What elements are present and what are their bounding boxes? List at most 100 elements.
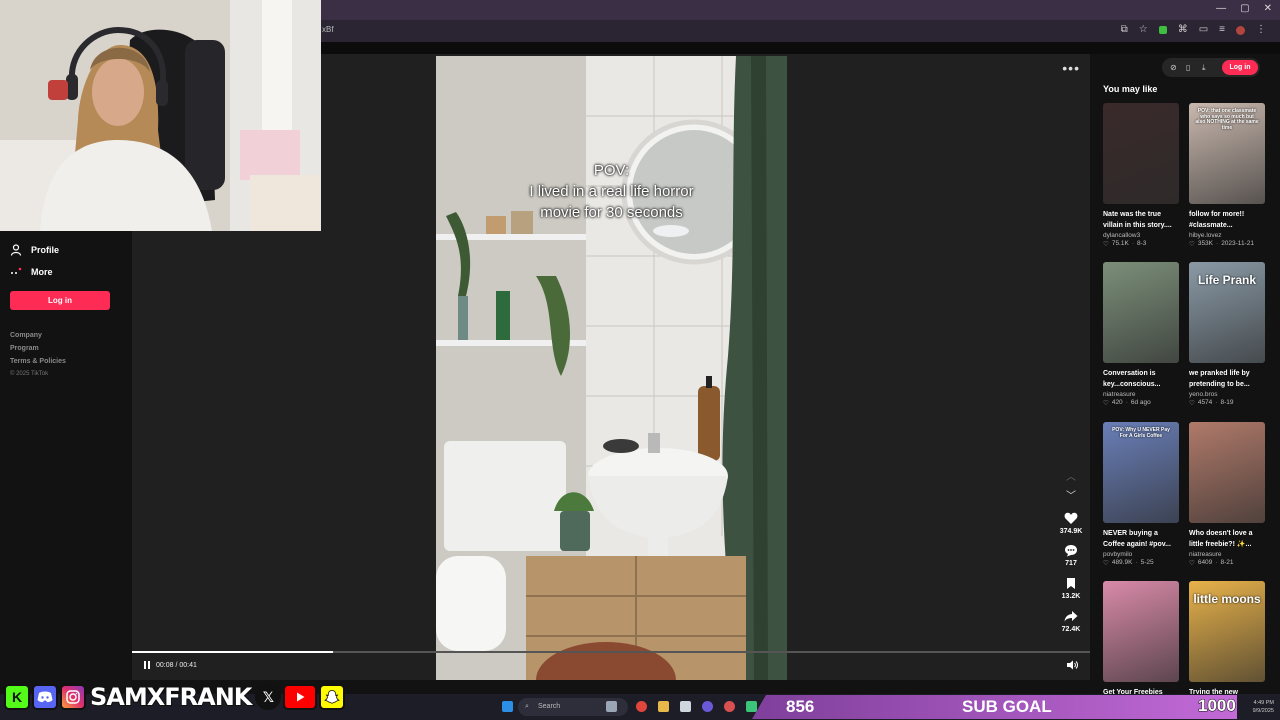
- discord-app-icon[interactable]: [702, 701, 713, 712]
- phone-icon[interactable]: ▯: [1186, 63, 1190, 72]
- browser-app-icon[interactable]: [724, 701, 735, 712]
- recommendation-card[interactable]: Life Prank we pranked life by pretending …: [1189, 262, 1265, 407]
- bookmark-icon[interactable]: [1065, 577, 1077, 590]
- sidebar-item-label: More: [31, 267, 53, 277]
- card-thumbnail[interactable]: [1189, 422, 1265, 523]
- separator-dot: ·: [1131, 240, 1134, 247]
- taskbar-search-label: Search: [538, 703, 561, 710]
- heart-icon[interactable]: [1064, 512, 1078, 525]
- card-thumbnail[interactable]: [1103, 581, 1179, 682]
- windows-start-icon[interactable]: [502, 701, 513, 712]
- sidepanel-icon[interactable]: ▭: [1199, 24, 1208, 35]
- card-thumbnail[interactable]: little moons: [1189, 581, 1265, 682]
- share-count: 72.4K: [1061, 626, 1081, 633]
- app-icon[interactable]: [746, 701, 757, 712]
- kebab-menu-icon[interactable]: ⋮: [1256, 24, 1266, 35]
- comment-icon[interactable]: [1064, 544, 1078, 557]
- recommendation-card[interactable]: POV: Why U NEVER Pay For A Girls Coffee N…: [1103, 422, 1179, 567]
- url-text[interactable]: xBf: [322, 25, 334, 34]
- share-icon[interactable]: [1064, 610, 1078, 623]
- like-count: 374.9K: [1059, 528, 1083, 535]
- top-action-pill: ⊘ ▯ ⤓ Log in: [1162, 58, 1260, 77]
- recommendation-card[interactable]: Nate was the true villain in this story.…: [1103, 103, 1179, 248]
- more-options-icon[interactable]: •••: [1062, 60, 1080, 76]
- card-date: 6d ago: [1130, 399, 1151, 406]
- sidebar-item-more[interactable]: More: [10, 266, 53, 278]
- video-bathroom-scene: [436, 56, 787, 680]
- progress-bar[interactable]: [132, 651, 1090, 653]
- card-thumbnail[interactable]: Life Prank: [1189, 262, 1265, 363]
- pause-icon[interactable]: [144, 661, 150, 669]
- extension-icon[interactable]: [1158, 26, 1167, 34]
- chrome-icon[interactable]: [636, 701, 647, 712]
- card-title[interactable]: Who doesn't love a little freebie?! ✨...: [1189, 528, 1265, 550]
- card-title[interactable]: Nate was the true villain in this story.…: [1103, 209, 1179, 231]
- bookmark-action[interactable]: 13.2K: [1054, 577, 1088, 600]
- login-button-top[interactable]: Log in: [1222, 60, 1258, 75]
- video-frame[interactable]: POV: I lived in a real life horror movie…: [436, 56, 787, 680]
- folder-icon[interactable]: [658, 701, 669, 712]
- menu-lines-icon[interactable]: ≡: [1219, 24, 1225, 35]
- coins-icon[interactable]: ⊘: [1170, 63, 1177, 72]
- card-title[interactable]: follow for more!! #classmate...: [1189, 209, 1265, 231]
- heart-outline-icon: ♡: [1103, 560, 1109, 567]
- sidebar-item-profile[interactable]: Profile: [10, 244, 59, 256]
- card-stats: ♡ 420 · 6d ago: [1103, 399, 1179, 407]
- card-thumbnail[interactable]: POV: that one classmate who says so much…: [1189, 103, 1265, 204]
- video-nav: ︿ ﹀: [1065, 468, 1077, 502]
- puzzle-icon[interactable]: ⌘: [1178, 24, 1188, 35]
- star-icon[interactable]: ☆: [1139, 24, 1148, 35]
- footer-link-terms[interactable]: Terms & Policies: [10, 358, 66, 365]
- card-author[interactable]: povbymilo: [1103, 551, 1179, 558]
- comment-count: 717: [1065, 560, 1077, 567]
- heart-outline-icon: ♡: [1103, 400, 1109, 407]
- login-button[interactable]: Log in: [10, 291, 110, 310]
- recommendation-card[interactable]: little moons Trying the new: [1189, 581, 1265, 709]
- separator-dot: ·: [1215, 559, 1218, 566]
- card-author[interactable]: niatreasure: [1103, 391, 1179, 398]
- card-date: 8-19: [1220, 399, 1234, 406]
- chevron-up-icon[interactable]: ︿: [1065, 468, 1077, 483]
- chevron-down-icon[interactable]: ﹀: [1065, 487, 1077, 502]
- card-author[interactable]: niatreasure: [1189, 551, 1265, 558]
- time-display: 00:08 / 00:41: [156, 661, 197, 669]
- minimize-button[interactable]: —: [1216, 3, 1226, 14]
- footer-link-company[interactable]: Company: [10, 332, 42, 339]
- recommendation-card[interactable]: Who doesn't love a little freebie?! ✨...…: [1189, 422, 1265, 567]
- card-stats: ♡ 75.1K · 8-3: [1103, 240, 1179, 248]
- taskbar-clock[interactable]: 4:49 PM 9/9/2025: [1253, 699, 1274, 715]
- caption-line: movie for 30 seconds: [540, 204, 683, 221]
- more-dots-icon: [11, 267, 22, 274]
- store-icon[interactable]: [680, 701, 691, 712]
- right-recommendations: ⊘ ▯ ⤓ Log in You may like Nate was the t…: [1090, 54, 1280, 720]
- volume-icon[interactable]: [1066, 660, 1078, 670]
- comment-action[interactable]: 717: [1054, 544, 1088, 567]
- card-title[interactable]: NEVER buying a Coffee again! #pov...: [1103, 528, 1179, 550]
- sub-goal-target: 1000: [1198, 696, 1237, 716]
- download-icon[interactable]: ⤓: [1202, 63, 1206, 73]
- card-author[interactable]: hibye.lovez: [1189, 232, 1265, 239]
- card-stats: ♡ 353K · 2023-11-21: [1189, 240, 1265, 248]
- recommendation-card[interactable]: Get Your Freebies: [1103, 581, 1179, 709]
- card-title[interactable]: we pranked life by pretending to be...: [1189, 368, 1265, 390]
- card-likes: 420: [1111, 399, 1123, 406]
- instagram-icon: [60, 684, 86, 710]
- close-button[interactable]: ✕: [1264, 3, 1272, 14]
- recommendation-card[interactable]: POV: that one classmate who says so much…: [1189, 103, 1265, 248]
- share-action[interactable]: 72.4K: [1054, 610, 1088, 633]
- card-thumbnail[interactable]: [1103, 103, 1179, 204]
- record-icon[interactable]: [1236, 26, 1245, 35]
- youtube-icon: [283, 684, 318, 710]
- card-thumbnail[interactable]: POV: Why U NEVER Pay For A Girls Coffee: [1103, 422, 1179, 523]
- card-author[interactable]: yeno.bros: [1189, 391, 1265, 398]
- like-action[interactable]: 374.9K: [1054, 512, 1088, 535]
- card-author[interactable]: dylancallow3: [1103, 232, 1179, 239]
- card-title[interactable]: Conversation is key...conscious...: [1103, 368, 1179, 390]
- recommendation-card[interactable]: Conversation is key...conscious... niatre…: [1103, 262, 1179, 407]
- cast-icon[interactable]: ⧉: [1121, 24, 1128, 35]
- task-view-icon[interactable]: [606, 701, 617, 712]
- maximize-button[interactable]: ▢: [1240, 3, 1249, 14]
- streamer-webcam: [0, 0, 321, 231]
- card-thumbnail[interactable]: [1103, 262, 1179, 363]
- footer-link-program[interactable]: Program: [10, 345, 39, 352]
